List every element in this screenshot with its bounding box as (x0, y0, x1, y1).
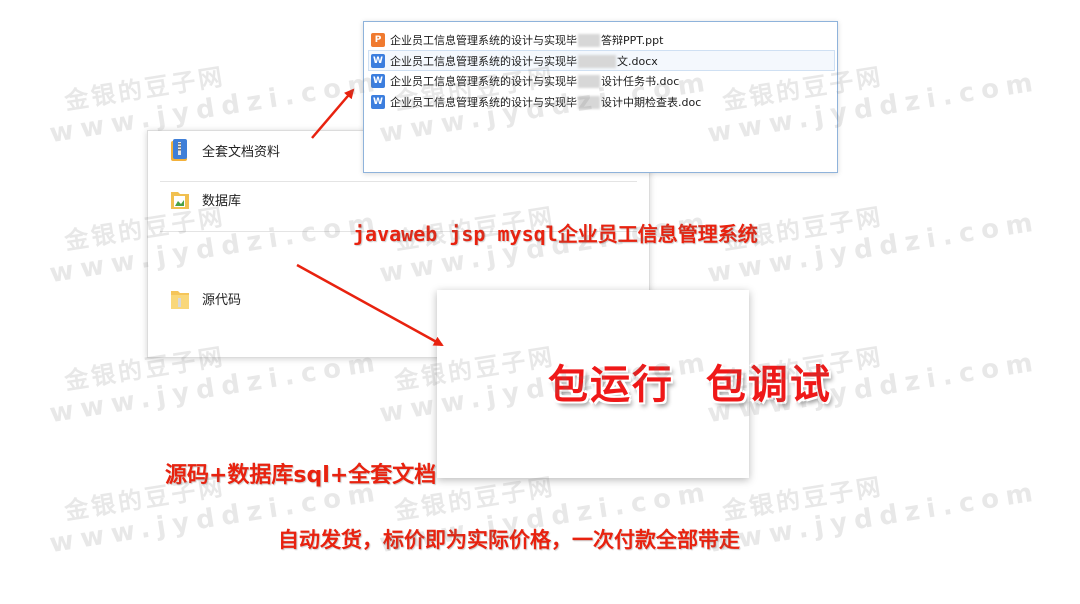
arrows-overlay (296, 88, 444, 347)
arrow-to-docs (311, 88, 355, 139)
arrow-to-card (296, 263, 444, 347)
